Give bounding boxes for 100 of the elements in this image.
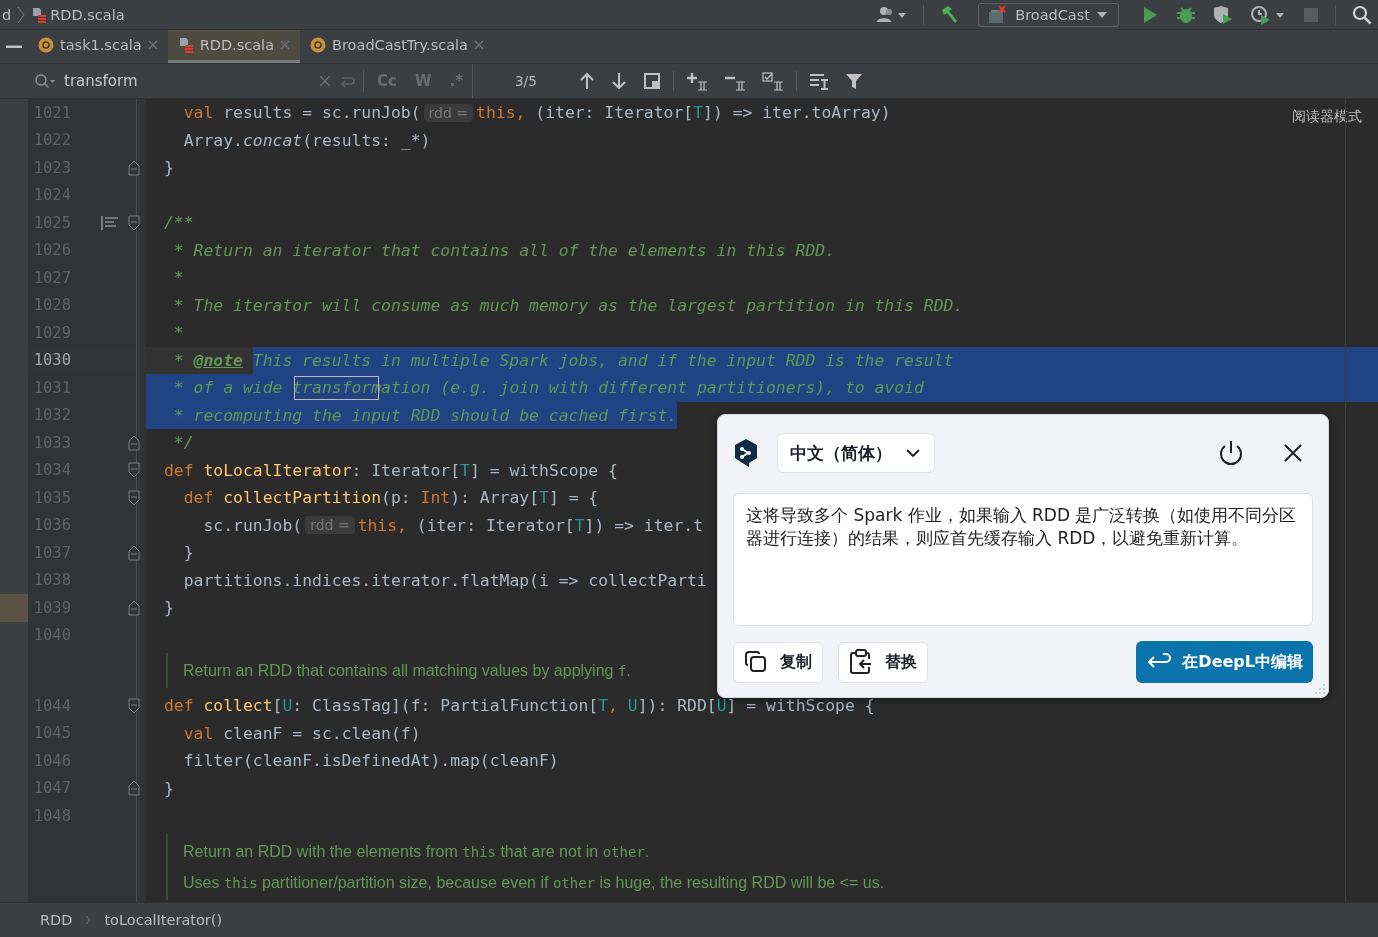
edit-in-deepl-button[interactable]: 在DeepL中编辑 xyxy=(1136,641,1313,683)
unfold-icon[interactable] xyxy=(128,780,140,797)
editor-tab[interactable]: RDD.scala xyxy=(167,30,301,63)
code-text: } xyxy=(164,597,174,620)
logo-icon xyxy=(733,438,759,468)
code-text: filter(cleanF.isDefinedAt).map(cleanF) xyxy=(182,750,559,773)
function-name: collect xyxy=(203,695,273,718)
comment-text: */ xyxy=(172,432,194,455)
clipboard-icon xyxy=(849,649,873,675)
clear-icon[interactable] xyxy=(319,75,331,87)
clock-run-icon[interactable] xyxy=(1250,4,1286,25)
doc-paragraph: Return an RDD that contains all matching values by applying f. xyxy=(183,661,631,681)
keyword: def xyxy=(182,487,215,510)
type-parameter: T xyxy=(460,459,470,482)
code-text: ]) => iter.toArray) xyxy=(703,102,891,125)
comment-text: * recomputing the input RDD should be cached first. xyxy=(164,401,678,429)
type-parameter: T xyxy=(598,695,609,718)
user-icon[interactable] xyxy=(876,4,909,25)
copy-icon xyxy=(744,650,768,674)
function-name: toLocalIterator xyxy=(203,459,352,482)
editor-tab[interactable]: task1.scala xyxy=(28,30,168,63)
editor-tab[interactable]: BroadCastTry.scala xyxy=(300,30,494,63)
copy-button[interactable]: 复制 xyxy=(733,641,823,683)
code-text: : Iterator[ xyxy=(351,459,461,482)
keyword: this, xyxy=(357,514,408,537)
code-text: ] = { xyxy=(548,487,599,510)
file-icon xyxy=(31,5,48,24)
breadcrumb-item[interactable]: RDD xyxy=(40,912,73,928)
chevron-icon xyxy=(84,914,93,926)
parameter-hint: rdd = xyxy=(305,516,355,535)
breadcrumb-item[interactable]: RDD.scala xyxy=(31,5,125,24)
replace-button[interactable]: 替换 xyxy=(838,641,928,683)
doc-tag: @note xyxy=(193,346,243,374)
minimize-icon[interactable] xyxy=(6,44,22,49)
unfold-icon[interactable] xyxy=(128,434,140,451)
code-text: ]) => iter.t xyxy=(584,514,704,537)
filter-icon[interactable] xyxy=(844,72,863,90)
language-dropdown[interactable]: 中文（简体） xyxy=(777,433,935,473)
code-text: [ xyxy=(272,695,283,718)
function-name: collectPartition xyxy=(223,487,382,510)
code-text: (iter: Iterator[ xyxy=(535,102,694,125)
line-number: 1030 xyxy=(32,351,71,370)
keyword: , xyxy=(608,695,619,718)
resize-grip-icon[interactable] xyxy=(1314,683,1326,695)
keyword: val xyxy=(182,102,215,125)
shield-run-icon[interactable] xyxy=(1212,4,1234,25)
translation-text: 这将导致多个 Spark 作业，如果输入 RDD 是广泛转换（如使用不同分区器进行连接）的结果，则应首先缓存输入 RDD，以避免重新计算。 xyxy=(733,493,1313,626)
window-icon[interactable] xyxy=(642,72,661,90)
comment-text: * Return an iterator that contains all of the elements in this RDD. xyxy=(172,239,836,262)
code-text: cleanF = sc.clean(f) xyxy=(223,722,421,745)
code-text: concat xyxy=(242,129,303,152)
newline-icon[interactable] xyxy=(339,74,355,88)
breadcrumb-item[interactable]: toLocalIterator() xyxy=(104,912,223,928)
code-text: ] = withScope { xyxy=(726,695,875,718)
power-icon[interactable] xyxy=(1217,439,1245,467)
bug-icon[interactable] xyxy=(1176,4,1196,25)
breadcrumb-item[interactable]: d xyxy=(2,6,12,23)
doc-paragraph: Uses this partitioner/partition size, because even if other is huge, the resulting RDD will be <= us. xyxy=(183,872,885,893)
run-configuration-dropdown[interactable]: BroadCast xyxy=(978,2,1119,27)
type-parameter: U xyxy=(627,695,638,718)
fold-icon[interactable] xyxy=(128,462,140,479)
caret-icon xyxy=(1096,10,1108,19)
arrow-up-icon[interactable] xyxy=(578,72,595,90)
code-text: ] = withScope { xyxy=(469,459,618,482)
filter-lines-icon[interactable] xyxy=(808,72,829,90)
code-text: : ClassTag](f: PartialFunction[ xyxy=(292,695,599,718)
select-all-icon[interactable] xyxy=(761,71,784,91)
unfold-icon[interactable] xyxy=(128,544,140,561)
fold-icon[interactable] xyxy=(128,214,140,231)
unfold-icon[interactable] xyxy=(128,159,140,176)
code-text: (iter: Iterator[ xyxy=(416,514,575,537)
comment-text: /** xyxy=(164,212,194,235)
keyword: Int xyxy=(420,487,451,510)
search-icon[interactable] xyxy=(1351,3,1373,26)
object-icon xyxy=(310,37,327,53)
comment-text: ation (e.g. join with different partitioners), to avoid xyxy=(381,374,924,402)
comment-text: * The iterator will consume as much memory as the largest partition in this RDD. xyxy=(172,294,964,317)
code-text: } xyxy=(164,777,174,800)
fold-icon[interactable] xyxy=(128,489,140,506)
close-icon[interactable] xyxy=(1283,443,1303,463)
fold-icon[interactable] xyxy=(128,697,140,714)
code-text: sc.runJob( xyxy=(202,514,303,537)
comment-text: * of a wide xyxy=(164,374,293,402)
render-doc-icon[interactable] xyxy=(101,215,119,230)
type-parameter: T xyxy=(574,514,585,537)
arrow-down-icon[interactable] xyxy=(610,72,627,90)
unfold-icon[interactable] xyxy=(128,599,140,616)
file-icon xyxy=(177,36,194,54)
chevron-down-icon xyxy=(906,448,920,458)
parameter-hint: rdd = xyxy=(423,103,474,122)
match-count: 3/5 xyxy=(515,73,537,89)
code-text: (results: _*) xyxy=(302,129,431,152)
code-text: ): Array[ xyxy=(450,487,539,510)
comment-text: * xyxy=(172,349,185,372)
code-text: results = sc.runJob( xyxy=(223,102,421,125)
keyword: this, xyxy=(476,102,527,125)
add-selection-icon[interactable] xyxy=(685,71,708,91)
doc-paragraph: Return an RDD with the elements from this that are not in other. xyxy=(183,841,650,862)
object-icon xyxy=(38,37,54,53)
stop-icon[interactable] xyxy=(1302,5,1320,24)
